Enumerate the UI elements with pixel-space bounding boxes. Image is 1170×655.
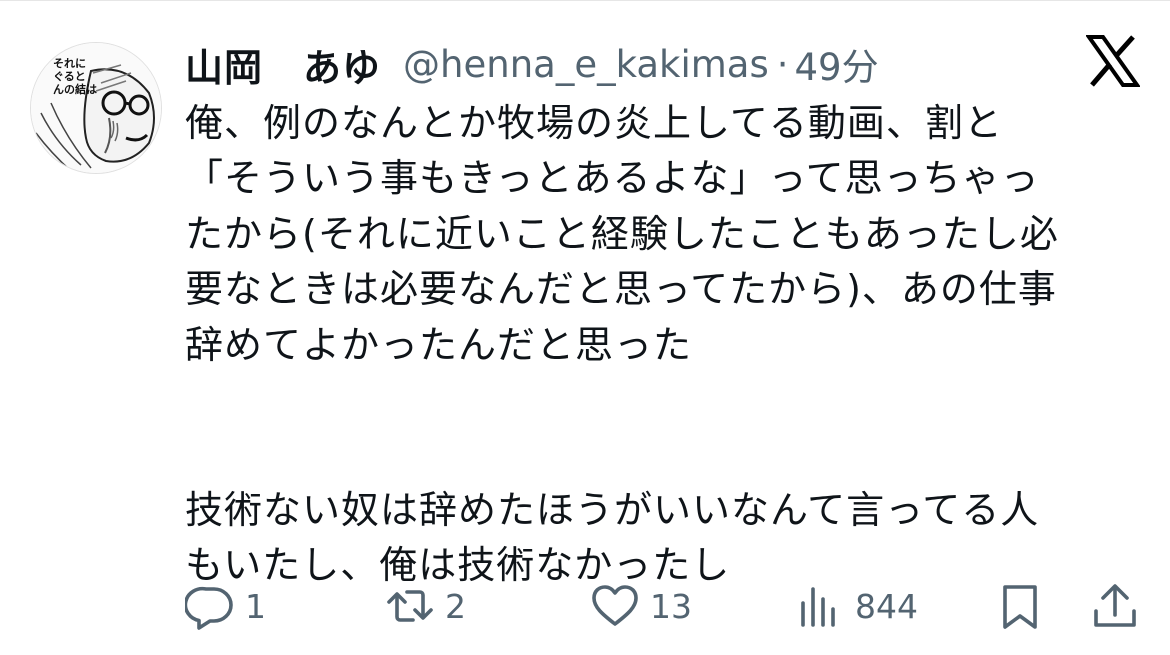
reply-bubble-icon: [185, 581, 235, 631]
tweet-line: 要なときは必要なんだと思ってたから)、あの仕事: [185, 267, 1057, 312]
top-divider: [0, 0, 1170, 1]
like-button[interactable]: 13: [590, 576, 692, 636]
avatar-caption-text: それに ぐると んの結は: [53, 57, 97, 96]
share-icon: [1090, 581, 1140, 631]
avatar[interactable]: それに ぐると んの結は: [30, 42, 162, 174]
heart-icon: [590, 581, 640, 631]
tweet-header: 山岡 あゆ @henna_e_kakimas · 49分: [185, 36, 879, 92]
tweet-text: 俺、例のなんとか牧場の炎上してる動画、割と 「そういう事もきっとあるよな」って思…: [185, 96, 1145, 594]
action-bar: 1 2 13 844: [185, 576, 1145, 636]
tweet-line: 辞めてよかったんだと思った: [185, 322, 693, 367]
views-count: 844: [855, 586, 918, 626]
timestamp[interactable]: 49分: [795, 37, 879, 91]
display-name-part1: 山岡: [185, 45, 264, 90]
paragraph-break: [185, 373, 1145, 483]
user-handle[interactable]: @henna_e_kakimas: [403, 43, 769, 86]
reply-count: 1: [245, 586, 266, 626]
repost-button[interactable]: 2: [385, 576, 466, 636]
like-count: 13: [650, 586, 692, 626]
display-name-part2: あゆ: [303, 45, 382, 90]
bookmark-button[interactable]: [995, 576, 1045, 636]
repost-icon: [385, 581, 435, 631]
bar-chart-icon: [795, 581, 845, 631]
tweet-line: 俺、例のなんとか牧場の炎上してる動画、割と: [185, 101, 1003, 145]
separator-dot: ·: [776, 42, 789, 86]
display-name[interactable]: 山岡 あゆ: [185, 37, 381, 92]
views-button[interactable]: 844: [795, 576, 918, 636]
reply-button[interactable]: 1: [185, 576, 266, 636]
tweet-line: 技術ない奴は辞めたほうがいいなんて言ってる人: [185, 487, 1040, 532]
tweet-line: たから(それに近いこと経験したこともあったし必: [185, 211, 1059, 256]
share-button[interactable]: [1090, 576, 1140, 636]
tweet-line: 「そういう事もきっとあるよな」って思っちゃっ: [185, 156, 1040, 201]
bookmark-icon: [995, 581, 1045, 631]
repost-count: 2: [445, 586, 466, 626]
x-logo-icon[interactable]: [1085, 34, 1141, 88]
